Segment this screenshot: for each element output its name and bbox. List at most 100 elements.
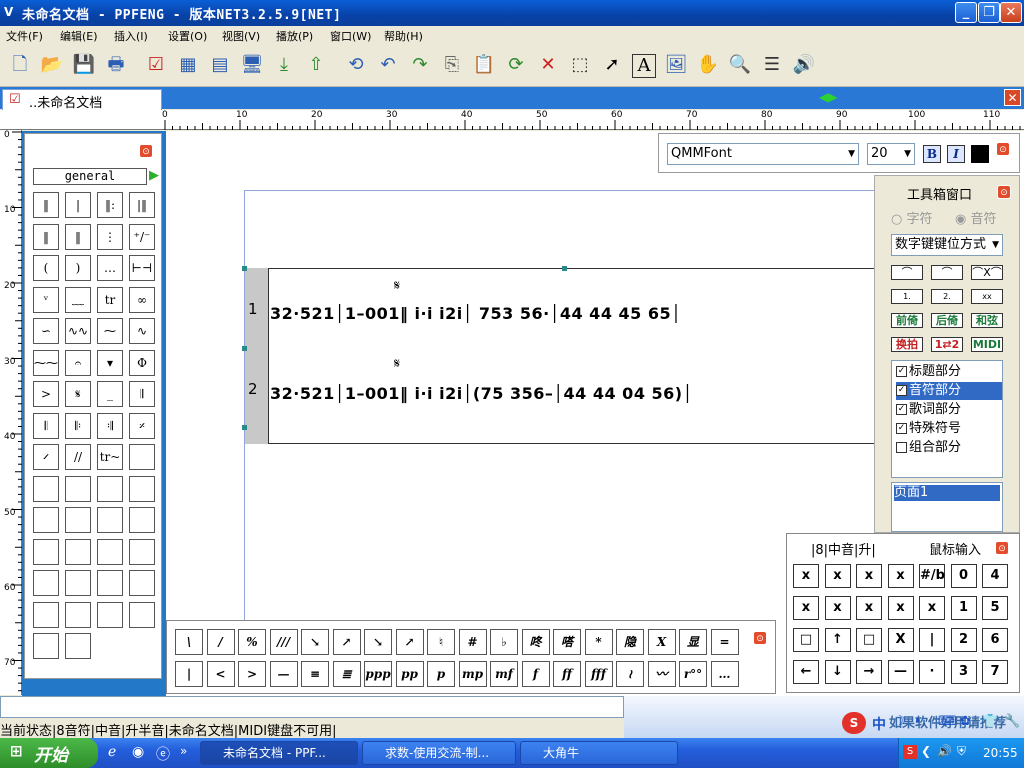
palette-symbol-cell[interactable] <box>129 570 155 596</box>
menu-file[interactable]: 文件(F) <box>6 28 43 44</box>
radio-note[interactable]: ◉ 音符 <box>955 208 997 227</box>
palette-symbol-cell[interactable]: // <box>65 444 91 470</box>
redo-icon[interactable]: ↷ <box>406 51 434 79</box>
bottom-symbol-cell[interactable]: /// <box>269 629 298 655</box>
keypad-key[interactable]: 2 <box>950 628 977 652</box>
palette-symbol-cell[interactable]: ⁓⁓ <box>33 349 59 376</box>
palette-symbol-cell[interactable] <box>97 601 123 628</box>
skin-icon[interactable]: ✿ <box>960 714 971 729</box>
palette-symbol-cell[interactable] <box>129 601 155 628</box>
task-browser[interactable]: 求数-使用交流-制... <box>362 741 516 765</box>
keypad-key[interactable]: x <box>793 596 819 620</box>
new-icon[interactable]: 🗋 <box>6 51 34 79</box>
change-beat-button[interactable]: 换拍 <box>891 337 923 352</box>
palette-symbol-cell[interactable]: ∿ <box>129 318 155 344</box>
palette-symbol-cell[interactable]: ▾ <box>97 349 123 376</box>
tray-back-icon[interactable]: ❮ <box>921 744 931 758</box>
bottom-symbol-cell[interactable]: mf <box>490 661 518 687</box>
keypad-key[interactable]: #/b <box>919 564 945 588</box>
menu-insert[interactable]: 插入(I) <box>114 28 148 44</box>
palette-symbol-cell[interactable]: ﹏ <box>65 286 91 313</box>
keypad-key[interactable]: X <box>887 628 914 652</box>
document-tab[interactable]: ☑ ..未命名文档 <box>2 89 162 111</box>
undo-icon[interactable]: ↶ <box>374 51 402 79</box>
bottom-symbol-cell[interactable]: fff <box>584 661 613 687</box>
toolbox-close-icon[interactable]: ⊙ <box>997 185 1011 199</box>
repeat-xx-button[interactable]: xx <box>971 289 1003 304</box>
bottom-symbol-cell[interactable]: > <box>238 661 266 687</box>
palette-symbol-cell[interactable]: ‖: <box>97 192 123 218</box>
copy-icon[interactable]: ⎘ <box>438 51 466 79</box>
fontbar-close-icon[interactable]: ⊙ <box>996 142 1010 156</box>
keypad-key[interactable]: | <box>919 628 945 652</box>
palette-symbol-cell[interactable]: ᵛ <box>33 286 59 313</box>
resize-handle[interactable] <box>562 266 567 271</box>
shirt-icon[interactable]: 👕 <box>982 714 998 729</box>
keypad-key[interactable]: → <box>856 660 882 684</box>
task-ppfeng[interactable]: 未命名文档 - PPF... <box>200 741 358 765</box>
ime-mode[interactable]: 中 <box>872 714 886 734</box>
bottom-symbol-cell[interactable]: X <box>647 629 676 655</box>
save-icon[interactable]: 💾 <box>70 51 98 79</box>
palette-symbol-cell[interactable]: _ <box>97 381 123 407</box>
resize-handle[interactable] <box>242 266 247 271</box>
keypad-close-icon[interactable]: ⊙ <box>995 541 1009 555</box>
bottom-symbol-cell[interactable]: — <box>269 661 298 687</box>
palette-symbol-cell[interactable]: ( <box>33 255 59 281</box>
bottom-symbol-cell[interactable]: ↗ <box>395 629 424 655</box>
keypad-key[interactable]: ← <box>793 660 819 684</box>
bottom-symbol-cell[interactable]: r°° <box>679 661 707 687</box>
bottom-symbol-cell[interactable]: 〰 <box>647 661 676 687</box>
checkbox[interactable]: ✓ <box>896 404 907 415</box>
palette-symbol-cell[interactable] <box>129 444 155 470</box>
palette-symbol-cell[interactable]: ⁺/⁻ <box>129 223 155 250</box>
palette-symbol-cell[interactable]: ∿∿ <box>65 318 91 344</box>
keypad-key[interactable]: □ <box>793 628 819 652</box>
pointer-icon[interactable]: ➚ <box>598 51 626 79</box>
font-size-select[interactable]: 20 ▼ <box>867 143 915 165</box>
check-icon[interactable]: ☑ <box>142 51 170 79</box>
score-line[interactable]: 32·521│1–001‖ i·i i2i│(75 356–│44 44 04 … <box>270 384 693 403</box>
bottom-symbol-cell[interactable]: < <box>206 661 235 687</box>
palette-symbol-cell[interactable] <box>97 570 123 596</box>
palette-symbol-cell[interactable]: Φ <box>129 349 155 376</box>
palette-symbol-cell[interactable]: 𝄂 <box>129 381 155 407</box>
volta1-button[interactable]: 1. <box>891 289 923 304</box>
front-grace-button[interactable]: 前倚 <box>891 313 923 328</box>
sogou-icon[interactable]: S <box>842 712 866 734</box>
keypad-key[interactable]: 7 <box>982 660 1008 684</box>
moon-icon[interactable]: ☽ <box>894 714 906 729</box>
palette-symbol-cell[interactable] <box>129 538 155 565</box>
palette-symbol-cell[interactable]: tr <box>97 286 123 313</box>
document-close-button[interactable]: ✕ <box>1004 89 1021 106</box>
shield-icon[interactable]: ⛨ <box>957 744 966 759</box>
bottom-symbol-cell[interactable]: 咚 <box>521 629 550 655</box>
keypad-key[interactable]: x <box>824 564 851 588</box>
bottom-symbol-cell[interactable]: ≡ <box>301 661 329 687</box>
palette-symbol-cell[interactable]: 𝄃 <box>33 412 59 439</box>
palette-symbol-cell[interactable]: tr~ <box>97 444 123 470</box>
list-icon[interactable]: ☰ <box>758 51 786 79</box>
checkbox[interactable]: ✓ <box>896 366 907 377</box>
nav-arrows-icon[interactable]: ◀▶ <box>819 90 837 104</box>
palette-symbol-cell[interactable] <box>65 475 91 502</box>
bottom-symbol-cell[interactable]: % <box>238 629 266 655</box>
ie-icon[interactable]: ℯ <box>108 744 116 760</box>
bottom-symbol-cell[interactable]: ♭ <box>490 629 518 655</box>
palette-symbol-cell[interactable] <box>97 507 123 533</box>
palette-symbol-cell[interactable]: | <box>65 192 91 218</box>
volta2-button[interactable]: 2. <box>931 289 963 304</box>
sogou-tray-icon[interactable]: S <box>903 745 917 759</box>
palette-symbol-cell[interactable]: 𝄐 <box>65 349 91 376</box>
bottom-symbol-cell[interactable]: mp <box>458 661 487 687</box>
select-rect-icon[interactable]: ⬚ <box>566 51 594 79</box>
tie-button[interactable]: ⌒ <box>891 265 923 280</box>
punct-icon[interactable]: •, <box>914 714 926 729</box>
checkbox[interactable]: ✓ <box>896 385 907 396</box>
keypad-key[interactable]: x <box>793 564 819 588</box>
bottom-symbol-cell[interactable]: * <box>584 629 613 655</box>
paste-icon[interactable]: 📋 <box>470 51 498 79</box>
wrench-icon[interactable]: 🔧 <box>1004 714 1020 729</box>
upload-icon[interactable]: ⇧ <box>302 51 330 79</box>
palette-symbol-cell[interactable] <box>33 507 59 533</box>
